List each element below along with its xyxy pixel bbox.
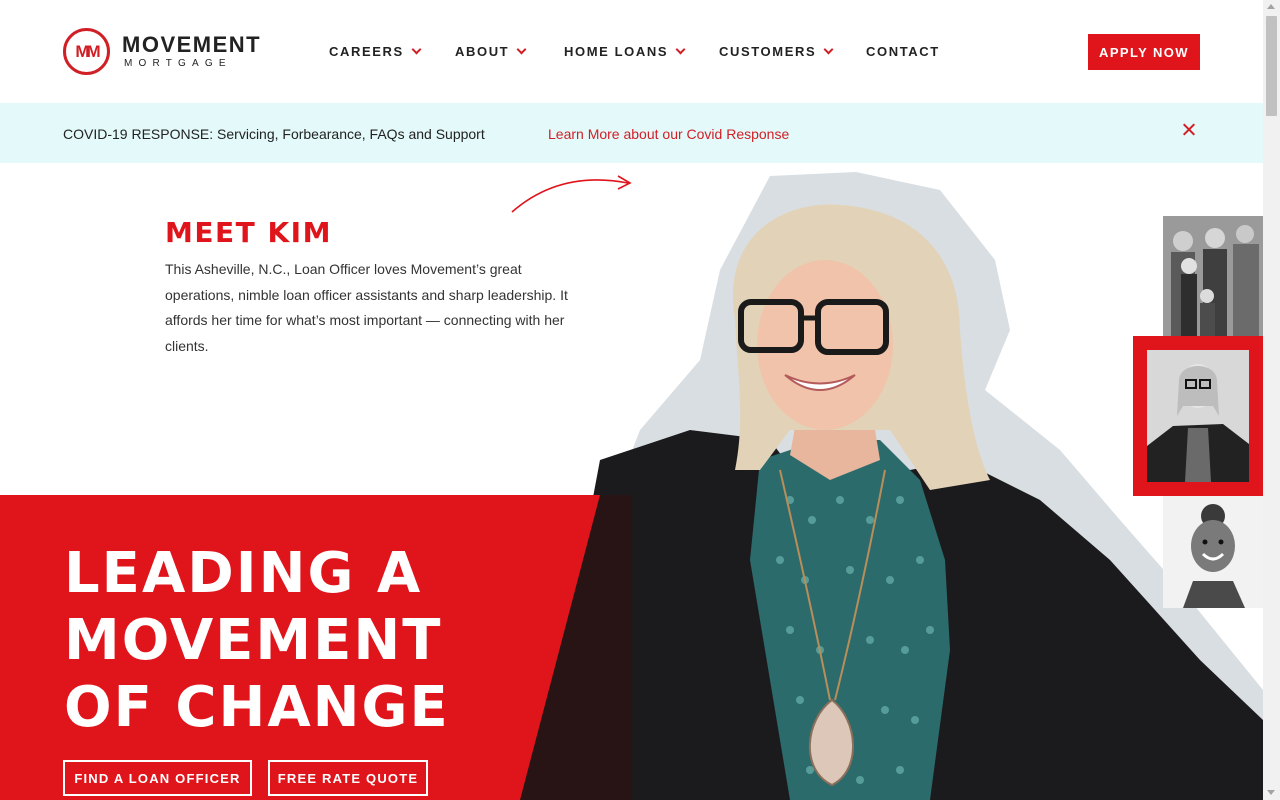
logo-name: MOVEMENT [122, 32, 262, 57]
chevron-down-icon [675, 44, 686, 54]
nav-item-careers[interactable]: CAREERS [329, 44, 422, 59]
close-icon[interactable] [1181, 122, 1197, 138]
nav-item-contact[interactable]: CONTACT [866, 44, 940, 59]
apply-now-button[interactable]: APPLY NOW [1088, 34, 1200, 70]
child-photo-thumbnail[interactable] [1163, 496, 1263, 608]
headline-line: MOVEMENT [64, 608, 443, 673]
chevron-down-icon [411, 44, 422, 54]
feature-title: MEET KIM [165, 216, 332, 249]
nav-item-label: CAREERS [329, 44, 404, 59]
scrollbar-thumb[interactable] [1266, 16, 1277, 116]
covid-response-link[interactable]: Learn More about our Covid Response [548, 126, 789, 142]
page-scrollbar[interactable] [1263, 0, 1280, 800]
logo-mark-icon: MM [63, 28, 110, 75]
nav-item-home-loans[interactable]: HOME LOANS [564, 44, 686, 59]
scroll-down-arrow-icon[interactable] [1267, 790, 1275, 795]
nav-item-label: HOME LOANS [564, 44, 669, 59]
free-rate-quote-button[interactable]: FREE RATE QUOTE [268, 760, 428, 796]
headline-line: OF CHANGE [64, 675, 450, 740]
headline-line: LEADING A [64, 541, 423, 606]
kim-photo-thumbnail[interactable] [1133, 336, 1263, 496]
feature-body: This Asheville, N.C., Loan Officer loves… [165, 261, 568, 354]
find-loan-officer-button[interactable]: FIND A LOAN OFFICER [63, 760, 252, 796]
hero-headline: LEADING A MOVEMENT OF CHANGE [64, 540, 450, 741]
movement-mortgage-logo[interactable]: MM MOVEMENT MORTGAGE [63, 28, 261, 75]
nav-item-about[interactable]: ABOUT [455, 44, 527, 59]
nav-item-label: CONTACT [866, 44, 940, 59]
banner-text: COVID-19 RESPONSE: Servicing, Forbearanc… [63, 126, 485, 142]
nav-item-label: CUSTOMERS [719, 44, 817, 59]
nav-item-customers[interactable]: CUSTOMERS [719, 44, 834, 59]
family-photo-thumbnail[interactable] [1163, 216, 1263, 336]
logo-subtitle: MORTGAGE [124, 58, 232, 69]
chevron-down-icon [516, 44, 527, 54]
nav-item-label: ABOUT [455, 44, 510, 59]
site-header: MM MOVEMENT MORTGAGE CAREERS ABOUT HOME … [0, 0, 1263, 103]
covid-banner: COVID-19 RESPONSE: Servicing, Forbearanc… [0, 103, 1263, 163]
chevron-down-icon [823, 44, 834, 54]
scroll-up-arrow-icon[interactable] [1267, 4, 1275, 9]
